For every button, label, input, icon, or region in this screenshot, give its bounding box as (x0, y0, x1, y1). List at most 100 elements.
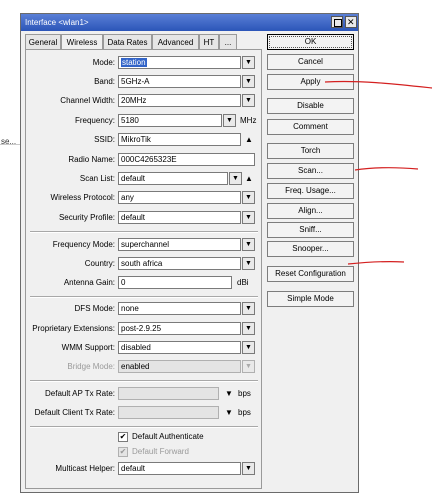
frequency-unit: MHz (240, 116, 257, 125)
snooper-button[interactable]: Snooper... (267, 241, 354, 257)
dfs-mode-label: DFS Mode: (74, 304, 115, 313)
wmm-support-select[interactable]: disabled (118, 341, 241, 354)
divider (30, 380, 258, 382)
comment-button[interactable]: Comment (267, 119, 354, 135)
default-ap-tx-rate-dropdown-icon[interactable]: ▼ (223, 387, 235, 400)
wmm-support-label: WMM Support: (61, 343, 115, 352)
wireless-protocol-select[interactable]: any (118, 191, 241, 204)
country-label: Country: (84, 259, 115, 268)
default-ap-tx-rate-select[interactable] (118, 387, 219, 400)
divider (30, 231, 258, 233)
band-select[interactable]: 5GHz-A (118, 75, 241, 88)
multicast-helper-row: Multicast Helper: default ▼ (26, 462, 263, 475)
band-row: Band: 5GHz-A ▼ (26, 75, 263, 88)
interface-dialog: Interface <wlan1> General Wireless Data … (20, 13, 359, 493)
tab-general[interactable]: General (25, 34, 61, 50)
multicast-helper-select[interactable]: default (118, 462, 241, 475)
proprietary-extensions-select[interactable]: post-2.9.25 (118, 322, 241, 335)
ssid-expand-icon[interactable]: ▲ (243, 133, 255, 146)
multicast-helper-label: Multicast Helper: (55, 464, 115, 473)
default-ap-tx-rate-unit: bps (238, 389, 251, 398)
cancel-button[interactable]: Cancel (267, 54, 354, 70)
antenna-gain-input[interactable]: 0 (118, 276, 232, 289)
channel-width-select[interactable]: 20MHz (118, 94, 241, 107)
reset-configuration-button[interactable]: Reset Configuration (267, 266, 354, 282)
channel-width-row: Channel Width: 20MHz ▼ (26, 94, 263, 107)
default-client-tx-rate-label: Default Client Tx Rate: (34, 408, 115, 417)
mode-label: Mode: (92, 58, 115, 67)
frequency-mode-select[interactable]: superchannel (118, 238, 241, 251)
frequency-mode-dropdown-icon[interactable]: ▼ (242, 238, 255, 251)
tab-data-rates[interactable]: Data Rates (103, 34, 152, 50)
proprietary-extensions-dropdown-icon[interactable]: ▼ (242, 322, 255, 335)
wmm-support-row: WMM Support: disabled ▼ (26, 341, 263, 354)
default-client-tx-rate-dropdown-icon[interactable]: ▼ (223, 406, 235, 419)
wireless-protocol-dropdown-icon[interactable]: ▼ (242, 191, 255, 204)
frequency-select[interactable]: 5180 (118, 114, 222, 127)
wireless-protocol-label: Wireless Protocol: (50, 193, 115, 202)
proprietary-extensions-row: Proprietary Extensions: post-2.9.25 ▼ (26, 322, 263, 335)
wmm-support-dropdown-icon[interactable]: ▼ (242, 341, 255, 354)
radio-name-label: Radio Name: (68, 155, 115, 164)
band-dropdown-icon[interactable]: ▼ (242, 75, 255, 88)
mode-dropdown-icon[interactable]: ▼ (242, 56, 255, 69)
scan-list-select[interactable]: default (118, 172, 228, 185)
tab-advanced[interactable]: Advanced (152, 34, 199, 50)
antenna-gain-row: Antenna Gain: 0 dBi (26, 276, 263, 289)
default-ap-tx-rate-label: Default AP Tx Rate: (45, 389, 115, 398)
wireless-protocol-row: Wireless Protocol: any ▼ (26, 191, 263, 204)
default-forward-checkbox: ✔ (118, 447, 128, 457)
dfs-mode-dropdown-icon[interactable]: ▼ (242, 302, 255, 315)
ok-button[interactable]: OK (267, 34, 354, 50)
default-client-tx-rate-select[interactable] (118, 406, 219, 419)
mode-row: Mode: station ▼ (26, 56, 263, 69)
radio-name-input[interactable]: 000C4265323E (118, 153, 255, 166)
frequency-label: Frequency: (74, 116, 115, 125)
scan-list-expand-icon[interactable]: ▲ (243, 172, 255, 185)
frequency-mode-row: Frequency Mode: superchannel ▼ (26, 238, 263, 251)
ssid-row: SSID: MikroTik ▲ (26, 133, 263, 146)
divider (30, 296, 258, 298)
scan-button[interactable]: Scan... (267, 163, 354, 179)
antenna-gain-unit: dBi (237, 278, 249, 287)
restore-icon[interactable] (331, 16, 343, 28)
default-client-tx-rate-unit: bps (238, 408, 251, 417)
default-authenticate-label: Default Authenticate (132, 432, 204, 441)
default-forward-label: Default Forward (132, 447, 189, 456)
mode-value: station (121, 58, 147, 67)
dfs-mode-select[interactable]: none (118, 302, 241, 315)
security-profile-dropdown-icon[interactable]: ▼ (242, 211, 255, 224)
radio-name-row: Radio Name: 000C4265323E (26, 153, 263, 166)
torch-button[interactable]: Torch (267, 143, 354, 159)
scan-list-dropdown-icon[interactable]: ▼ (229, 172, 242, 185)
security-profile-select[interactable]: default (118, 211, 241, 224)
mode-select[interactable]: station (118, 56, 241, 69)
background-stub-text: se... (1, 137, 17, 146)
default-authenticate-checkbox[interactable]: ✔ (118, 432, 128, 442)
align-button[interactable]: Align... (267, 203, 354, 219)
simple-mode-button[interactable]: Simple Mode (267, 291, 354, 307)
channel-width-label: Channel Width: (60, 96, 115, 105)
background-window-strip: se... (0, 121, 20, 146)
close-icon[interactable] (345, 16, 357, 28)
default-client-tx-rate-row: Default Client Tx Rate: ▼ bps (26, 406, 263, 419)
country-dropdown-icon[interactable]: ▼ (242, 257, 255, 270)
annotation-mark-scan (354, 167, 419, 171)
disable-button[interactable]: Disable (267, 98, 354, 114)
tab-ht[interactable]: HT (199, 34, 219, 50)
frequency-dropdown-icon[interactable]: ▼ (223, 114, 236, 127)
frequency-row: Frequency: 5180 ▼ MHz (26, 114, 263, 127)
country-select[interactable]: south africa (118, 257, 241, 270)
security-profile-label: Security Profile: (58, 213, 115, 222)
ssid-label: SSID: (94, 135, 115, 144)
channel-width-dropdown-icon[interactable]: ▼ (242, 94, 255, 107)
apply-button[interactable]: Apply (267, 74, 354, 90)
tab-more[interactable]: ... (219, 34, 237, 50)
security-profile-row: Security Profile: default ▼ (26, 211, 263, 224)
band-label: Band: (94, 77, 115, 86)
multicast-helper-dropdown-icon[interactable]: ▼ (242, 462, 255, 475)
bridge-mode-select: enabled (118, 360, 241, 373)
freq-usage-button[interactable]: Freq. Usage... (267, 183, 354, 199)
sniff-button[interactable]: Sniff... (267, 222, 354, 238)
ssid-input[interactable]: MikroTik (118, 133, 241, 146)
